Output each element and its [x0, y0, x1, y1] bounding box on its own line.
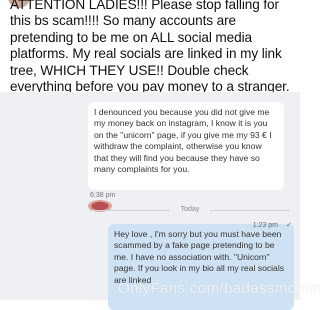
day-separator: Today — [90, 205, 290, 215]
separator-line-right — [210, 210, 290, 211]
incoming-message-bubble: I denounced you because you did not give… — [88, 102, 284, 190]
outgoing-timestamp: 1:23 pm — [252, 222, 278, 229]
incoming-message-text: I denounced you because you did not give… — [94, 107, 272, 175]
post-caption-area: ATTENTION LADIES!!! Please stop falling … — [0, 0, 300, 110]
read-check-icon: ✓ — [286, 222, 292, 229]
post-caption-text: ATTENTION LADIES!!! Please stop falling … — [10, 0, 290, 95]
outgoing-message-bubble: Hey love , I'm sorry but you must have b… — [108, 224, 294, 310]
outgoing-message-text: Hey love , I'm sorry but you must have b… — [114, 229, 285, 285]
watermark: OnlyFans.com/badassmommy — [118, 280, 320, 297]
incoming-timestamp: 6:38 pm — [90, 192, 116, 199]
chat-screenshot: I denounced you because you did not give… — [0, 92, 300, 310]
